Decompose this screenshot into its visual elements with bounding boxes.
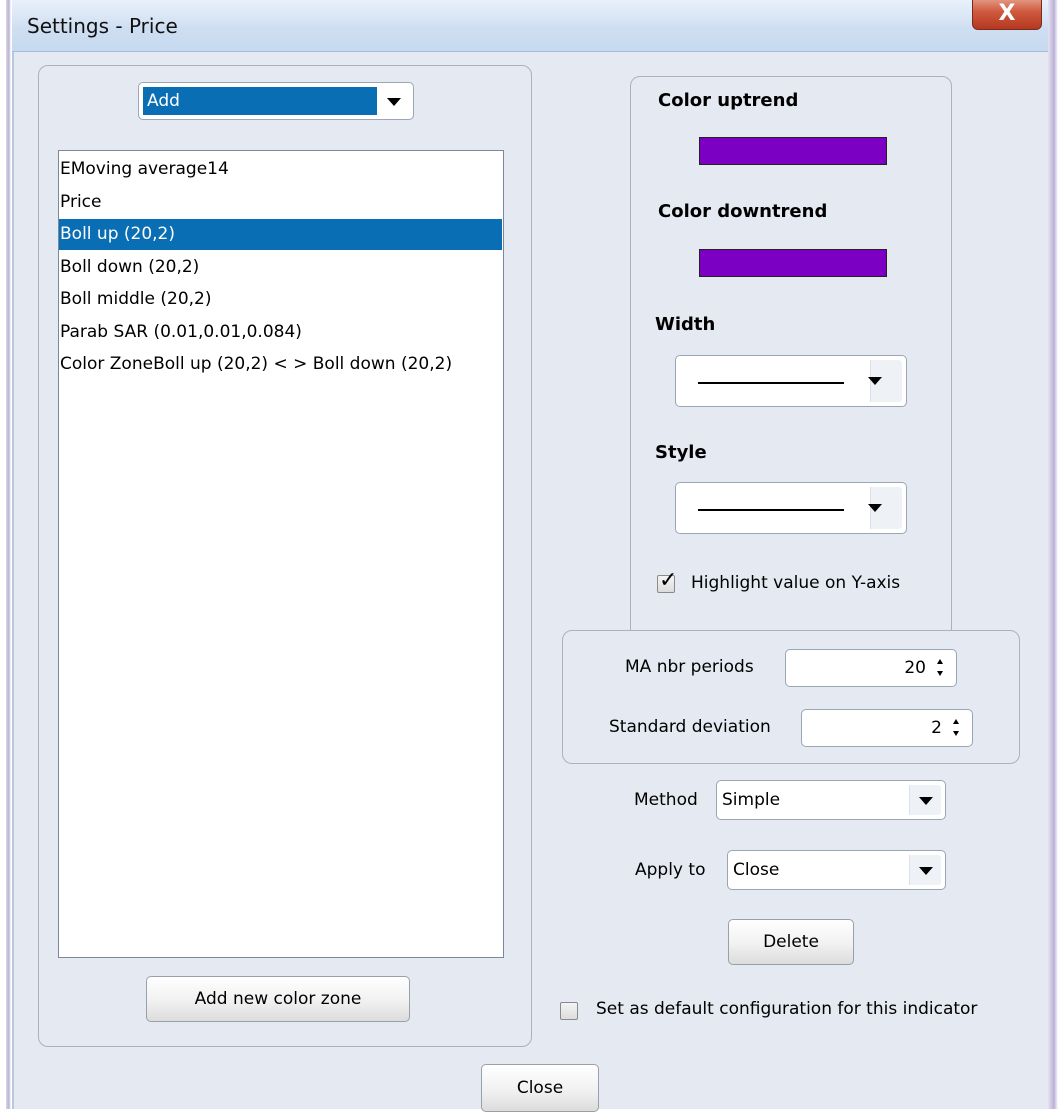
spin-arrows-icon[interactable]: [934, 659, 948, 677]
method-label: Method: [634, 790, 698, 810]
dialog-title: Settings - Price: [27, 14, 178, 38]
apply-to-dropdown[interactable]: Close: [727, 850, 946, 890]
line-style-group: Color uptrend Color downtrend Width Styl…: [630, 76, 952, 664]
line-width-sample: [698, 382, 844, 384]
settings-dialog: Settings - Price X Add EMoving average14…: [12, 0, 1048, 1112]
chevron-down-icon: [919, 867, 933, 875]
default-config-checkbox[interactable]: ✓: [560, 1002, 578, 1020]
chevron-down-icon: [868, 504, 882, 512]
method-value: Simple: [722, 790, 781, 810]
indicator-list[interactable]: EMoving average14 Price Boll up (20,2) Boll…: [58, 150, 504, 958]
list-item[interactable]: Boll down (20,2): [59, 252, 502, 283]
add-indicator-dropdown[interactable]: Add: [138, 82, 414, 120]
chevron-down-icon: [387, 98, 401, 106]
highlight-y-axis-label: Highlight value on Y-axis: [691, 573, 901, 593]
apply-to-label: Apply to: [635, 860, 706, 880]
list-item[interactable]: Color ZoneBoll up (20,2) < > Boll down (…: [59, 349, 502, 380]
line-style-sample: [698, 509, 844, 511]
list-item[interactable]: Price: [59, 187, 502, 218]
width-dropdown[interactable]: [675, 355, 907, 407]
list-item[interactable]: Boll middle (20,2): [59, 284, 502, 315]
title-bar: Settings - Price X: [12, 0, 1048, 52]
dialog-body: Add EMoving average14 Price Boll up (20,2)…: [12, 52, 1048, 1112]
add-color-zone-button[interactable]: Add new color zone: [146, 976, 410, 1022]
std-dev-stepper[interactable]: 2: [801, 709, 973, 747]
close-icon: X: [998, 1, 1016, 26]
default-config-label: Set as default configuration for this in…: [596, 999, 978, 1019]
parameters-group: MA nbr periods 20 Standard deviation 2: [562, 630, 1020, 764]
color-uptrend-swatch[interactable]: [699, 137, 887, 165]
color-downtrend-swatch[interactable]: [699, 249, 887, 277]
color-uptrend-label: Color uptrend: [658, 90, 799, 111]
ma-periods-value: 20: [904, 658, 926, 678]
spin-arrows-icon[interactable]: [950, 719, 964, 737]
list-item[interactable]: Boll up (20,2): [59, 219, 502, 250]
ma-periods-label: MA nbr periods: [625, 657, 754, 677]
list-item[interactable]: EMoving average14: [59, 154, 502, 185]
add-dropdown-value: Add: [147, 91, 180, 111]
window-close-button[interactable]: X: [972, 0, 1042, 30]
style-label: Style: [655, 442, 707, 463]
color-downtrend-label: Color downtrend: [658, 201, 828, 222]
checkmark-icon: ✓: [659, 568, 678, 593]
width-label: Width: [655, 314, 716, 335]
list-item[interactable]: Parab SAR (0.01,0.01,0.084): [59, 317, 502, 348]
method-dropdown[interactable]: Simple: [716, 780, 946, 820]
delete-button[interactable]: Delete: [728, 919, 854, 965]
std-dev-value: 2: [931, 718, 942, 738]
ma-periods-stepper[interactable]: 20: [785, 649, 957, 687]
line-style-dropdown[interactable]: [675, 482, 907, 534]
chevron-down-icon: [919, 797, 933, 805]
std-dev-label: Standard deviation: [609, 717, 771, 737]
close-button[interactable]: Close: [481, 1064, 599, 1112]
apply-to-value: Close: [733, 860, 780, 880]
chevron-down-icon: [868, 377, 882, 385]
highlight-y-axis-checkbox[interactable]: ✓: [657, 570, 677, 593]
